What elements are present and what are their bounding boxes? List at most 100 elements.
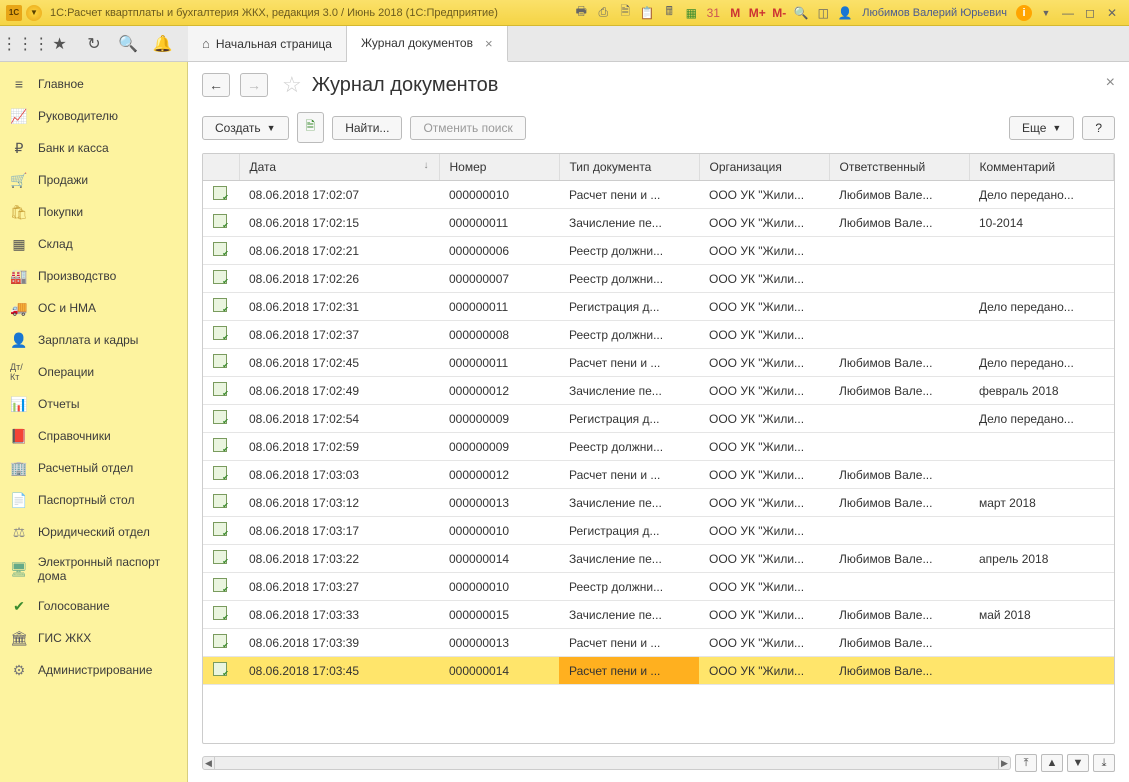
tab-journal[interactable]: Журнал документов × (347, 26, 508, 62)
cancel-search-button[interactable]: Отменить поиск (410, 116, 525, 140)
close-window-icon[interactable]: ✕ (1102, 3, 1122, 23)
favorites-icon[interactable]: ★ (50, 34, 70, 54)
zoom-icon[interactable]: 🔍 (791, 3, 811, 23)
table-cell: 08.06.2018 17:03:17 (239, 517, 439, 545)
m-minus-icon[interactable]: M- (769, 3, 789, 23)
m-plus-icon[interactable]: M+ (747, 3, 767, 23)
history-icon[interactable]: ↻ (84, 34, 104, 54)
sidebar-item-15[interactable]: 🖥Электронный паспорт дома (0, 548, 187, 590)
goto-top-button[interactable]: ⤒ (1015, 754, 1037, 772)
close-page-icon[interactable]: × (1106, 74, 1115, 92)
col-org[interactable]: Организация (699, 154, 829, 181)
create-button[interactable]: Создать ▼ (202, 116, 289, 140)
calculator-icon[interactable]: 🖩 (659, 3, 679, 23)
sidebar-item-1[interactable]: 📈Руководителю (0, 100, 187, 132)
table-row[interactable]: 08.06.2018 17:02:45000000011Расчет пени … (203, 349, 1114, 377)
sidebar-item-5[interactable]: ▦Склад (0, 228, 187, 260)
table-row[interactable]: 08.06.2018 17:02:31000000011Регистрация … (203, 293, 1114, 321)
sidebar-item-2[interactable]: ₽Банк и касса (0, 132, 187, 164)
table-row[interactable]: 08.06.2018 17:02:59000000009Реестр должн… (203, 433, 1114, 461)
sidebar-item-18[interactable]: ⚙Администрирование (0, 654, 187, 686)
col-number[interactable]: Номер (439, 154, 559, 181)
maximize-icon[interactable]: ◻ (1080, 3, 1100, 23)
table-row[interactable]: 08.06.2018 17:02:15000000011Зачисление п… (203, 209, 1114, 237)
sidebar-item-8[interactable]: 👤Зарплата и кадры (0, 324, 187, 356)
sidebar-item-12[interactable]: 🏢Расчетный отдел (0, 452, 187, 484)
table-cell: 08.06.2018 17:02:45 (239, 349, 439, 377)
search-icon[interactable]: 🔍 (118, 34, 138, 54)
table-cell: 000000015 (439, 601, 559, 629)
info-dropdown-icon[interactable]: ▼ (1036, 3, 1056, 23)
print-icon[interactable]: ⎙ (593, 3, 613, 23)
scroll-up-button[interactable]: ▲ (1041, 754, 1063, 772)
table-row[interactable]: 08.06.2018 17:03:03000000012Расчет пени … (203, 461, 1114, 489)
sidebar-item-10[interactable]: 📊Отчеты (0, 388, 187, 420)
table-row[interactable]: 08.06.2018 17:03:27000000010Реестр должн… (203, 573, 1114, 601)
scroll-right-icon[interactable]: ▶ (998, 757, 1010, 769)
copy-doc-button[interactable]: 🗎 (297, 112, 325, 143)
table-row[interactable]: 08.06.2018 17:03:33000000015Зачисление п… (203, 601, 1114, 629)
scroll-down-button[interactable]: ▼ (1067, 754, 1089, 772)
horizontal-scrollbar[interactable]: ◀ ▶ (202, 756, 1011, 770)
table-cell (969, 573, 1114, 601)
table-row[interactable]: 08.06.2018 17:02:26000000007Реестр должн… (203, 265, 1114, 293)
clipboard-icon[interactable]: 📋 (637, 3, 657, 23)
favorite-star-icon[interactable]: ☆ (282, 72, 302, 98)
notifications-icon[interactable]: 🔔 (153, 34, 173, 54)
sidebar-item-0[interactable]: ≡Главное (0, 68, 187, 100)
minimize-icon[interactable]: — (1058, 3, 1078, 23)
apps-icon[interactable]: ⋮⋮⋮ (15, 34, 35, 54)
sidebar-item-13[interactable]: 📄Паспортный стол (0, 484, 187, 516)
table-row[interactable]: 08.06.2018 17:03:39000000013Расчет пени … (203, 629, 1114, 657)
print-preview-icon[interactable]: 🖶 (571, 3, 591, 23)
col-type[interactable]: Тип документа (559, 154, 699, 181)
sidebar-item-17[interactable]: 🏛ГИС ЖКХ (0, 622, 187, 654)
info-icon[interactable]: i (1016, 5, 1032, 21)
sidebar-item-4[interactable]: 🛍Покупки (0, 196, 187, 228)
sidebar-item-3[interactable]: 🛒Продажи (0, 164, 187, 196)
sidebar-item-11[interactable]: 📕Справочники (0, 420, 187, 452)
calendar-icon[interactable]: ▦ (681, 3, 701, 23)
table-row[interactable]: 08.06.2018 17:03:12000000013Зачисление п… (203, 489, 1114, 517)
table-row[interactable]: 08.06.2018 17:02:21000000006Реестр должн… (203, 237, 1114, 265)
sidebar-item-6[interactable]: 🏭Производство (0, 260, 187, 292)
table-row[interactable]: 08.06.2018 17:02:54000000009Регистрация … (203, 405, 1114, 433)
nav-back-button[interactable]: ← (202, 73, 230, 97)
document-icon[interactable]: 🗎 (615, 3, 635, 23)
help-button[interactable]: ? (1082, 116, 1115, 140)
table-cell: 08.06.2018 17:03:22 (239, 545, 439, 573)
col-icon[interactable] (203, 154, 239, 181)
table-row[interactable]: 08.06.2018 17:03:45000000014Расчет пени … (203, 657, 1114, 685)
tab-home[interactable]: ⌂ Начальная страница (188, 26, 347, 61)
find-button[interactable]: Найти... (332, 116, 402, 140)
goto-bottom-button[interactable]: ⤓ (1093, 754, 1115, 772)
table-cell: 08.06.2018 17:02:21 (239, 237, 439, 265)
more-button[interactable]: Еще ▼ (1009, 116, 1074, 140)
col-date[interactable]: Дата↓ (239, 154, 439, 181)
calendar31-icon[interactable]: 31 (703, 3, 723, 23)
col-comment[interactable]: Комментарий (969, 154, 1114, 181)
col-responsible[interactable]: Ответственный (829, 154, 969, 181)
table-row[interactable]: 08.06.2018 17:03:22000000014Зачисление п… (203, 545, 1114, 573)
scroll-left-icon[interactable]: ◀ (203, 757, 215, 769)
table-cell: 08.06.2018 17:03:33 (239, 601, 439, 629)
sidebar-item-7[interactable]: 🚚ОС и НМА (0, 292, 187, 324)
table-cell: 000000013 (439, 629, 559, 657)
table-row[interactable]: 08.06.2018 17:02:37000000008Реестр должн… (203, 321, 1114, 349)
table-row[interactable]: 08.06.2018 17:02:49000000012Зачисление п… (203, 377, 1114, 405)
m-icon[interactable]: M (725, 3, 745, 23)
table-cell (203, 237, 239, 265)
table-cell (969, 265, 1114, 293)
table-row[interactable]: 08.06.2018 17:03:17000000010Регистрация … (203, 517, 1114, 545)
table-row[interactable]: 08.06.2018 17:02:07000000010Расчет пени … (203, 181, 1114, 209)
sidebar-item-16[interactable]: ✔Голосование (0, 590, 187, 622)
tab-close-icon[interactable]: × (485, 36, 493, 51)
document-row-icon (213, 522, 227, 536)
sidebar-item-14[interactable]: ⚖Юридический отдел (0, 516, 187, 548)
app-menu-dropdown[interactable]: ▼ (26, 5, 42, 21)
sidebar-item-9[interactable]: Дт/КтОперации (0, 356, 187, 388)
table-wrap[interactable]: Дата↓ Номер Тип документа Организация От… (202, 153, 1115, 744)
current-user[interactable]: Любимов Валерий Юрьевич (862, 7, 1007, 19)
nav-forward-button[interactable]: → (240, 73, 268, 97)
panels-icon[interactable]: ◫ (813, 3, 833, 23)
